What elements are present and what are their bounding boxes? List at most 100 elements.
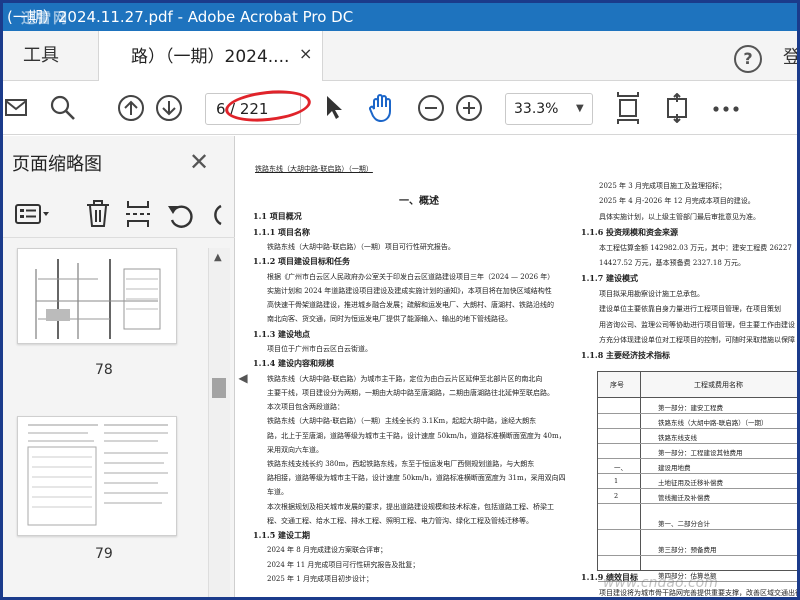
doc-paragraph-line: 2024 年 11 月完成项目可行性研究报告及批复； bbox=[267, 560, 420, 569]
table-cell-name: 建设用地费 bbox=[658, 464, 691, 472]
doc-paragraph-line: 2025 年 3 月完成项目施工及监理招标； bbox=[599, 182, 726, 190]
thumbnail-label: 78 bbox=[95, 362, 113, 378]
doc-paragraph-line: 高快速干骨架道路建设，推进城乡融合发展；疏解和运发电厂、大朗村、唐湖村、铁路沿线… bbox=[267, 301, 554, 310]
thumbnail-options-icon[interactable] bbox=[15, 204, 49, 226]
doc-heading: 1.1.7 建设模式 bbox=[581, 273, 639, 284]
indicator-table: 序号 工程或费用名称 第一部分：建安工程费铁路东线（大胡中路-联启路）（一期） 铁… bbox=[597, 371, 797, 582]
table-row: 2 管线搬迁及补偿费 bbox=[598, 490, 797, 504]
table-cell-name: 铁路东线（大胡中路-联启路）（一期） bbox=[658, 419, 768, 427]
delete-icon[interactable] bbox=[85, 200, 111, 228]
tab-close-icon[interactable]: × bbox=[299, 44, 312, 63]
table-cell-name: 铁路东线支线 bbox=[658, 434, 697, 442]
doc-paragraph-line: 铁路东线（大胡中路-联启路）（一期）项目可行性研究报告。 bbox=[267, 243, 455, 251]
thumbnail-page-79[interactable] bbox=[17, 416, 177, 536]
table-cell-name: 管线搬迁及补偿费 bbox=[658, 494, 710, 502]
doc-running-header: 铁路东线（大胡中路-联启路）（一期） bbox=[255, 165, 373, 173]
page-up-icon[interactable] bbox=[117, 94, 145, 122]
doc-paragraph-line: 主要干线，项目建设分为两期，一期由大胡中路至唐湖路，二期由唐湖路往北延伸至联启路… bbox=[267, 388, 554, 397]
rotate-left-icon[interactable] bbox=[167, 202, 195, 228]
doc-heading: 1.1.1 项目名称 bbox=[253, 226, 311, 237]
doc-paragraph-line: 本工程估算金额 142982.03 万元，其中：建安工程费 26227 bbox=[599, 243, 792, 252]
panel-toolbar bbox=[3, 188, 235, 238]
doc-heading: 1.1.3 建设地点 bbox=[253, 328, 311, 339]
title-bar: (一期）2024.11.27.pdf - Adobe Acrobat Pro D… bbox=[3, 3, 797, 31]
thumbnail-label: 79 bbox=[95, 546, 113, 562]
doc-heading: 1.1.4 建设内容和规模 bbox=[253, 358, 335, 369]
tab-tools[interactable]: 工具 bbox=[3, 31, 99, 81]
table-cell-name: 第三部分：预备费用 bbox=[658, 546, 717, 554]
select-cursor-icon[interactable] bbox=[325, 95, 345, 121]
thumbnail-scrollbar[interactable]: ▲ bbox=[208, 248, 230, 597]
thumbnail-79-preview bbox=[27, 424, 168, 526]
thumbnail-page-78[interactable] bbox=[17, 248, 177, 344]
doc-paragraph-line: 铁路东线（大胡中路-联启路）为城市主干路，定位为由白云片区延伸至北部片区的南北向 bbox=[267, 374, 543, 383]
panel-close-icon[interactable]: ✕ bbox=[189, 148, 209, 176]
panel-collapse-icon[interactable]: ◀ bbox=[236, 363, 250, 393]
doc-paragraph-line: 铁路东线支线长约 380m，西起铁路东线，东至于恒运发电厂西侧规划道路，与大朗东 bbox=[267, 459, 535, 468]
scrollbar-thumb[interactable] bbox=[212, 378, 226, 398]
rotate-right-icon[interactable] bbox=[209, 202, 223, 228]
doc-paragraph-line: 本次项目包含两段道路： bbox=[267, 403, 344, 412]
doc-paragraph-line: 实施计划和 2024 年道路建设项目建设及建成实施计划的通知》，本项目将在加快区… bbox=[267, 286, 552, 295]
full-screen-icon[interactable] bbox=[663, 93, 691, 123]
thumbnail-panel: 页面缩略图 ✕ 78 79 ▲ bbox=[3, 136, 235, 597]
panel-title: 页面缩略图 bbox=[12, 154, 102, 175]
table-col-no: 序号 bbox=[610, 381, 624, 389]
watermark-logo: 迅雷网 bbox=[21, 11, 69, 27]
zoom-out-icon[interactable] bbox=[417, 94, 445, 122]
table-col-name: 工程或费用名称 bbox=[694, 381, 743, 389]
document-view: 铁路东线（大胡中路-联启路）（一期） 一、概述 1.1 项目概况 1.1.1 项目… bbox=[251, 136, 797, 597]
zoom-value: 33.3% bbox=[514, 101, 559, 117]
table-row: 1 土地征用及迁移补偿费 bbox=[598, 475, 797, 489]
table-cell-name: 土地征用及迁移补偿费 bbox=[658, 479, 723, 487]
hand-tool-icon[interactable] bbox=[366, 91, 398, 123]
doc-heading: 1.1.6 投资规模和资金来源 bbox=[581, 227, 679, 238]
zoom-select[interactable]: 33.3% ▼ bbox=[505, 93, 593, 125]
doc-paragraph-line: 根据《广州市白云区人民政府办公室关于印发白云区道路建设项目三年（2024 — 2… bbox=[267, 272, 555, 281]
main-toolbar: 6 / 221 33.3% ▼ bbox=[3, 81, 797, 135]
doc-paragraph-line: 采用双向六车道。 bbox=[267, 445, 323, 454]
table-cell-no: 一、 bbox=[614, 464, 627, 472]
page-down-icon[interactable] bbox=[155, 94, 183, 122]
doc-paragraph-line: 项目拟采用勘察设计施工总承包。 bbox=[599, 289, 704, 298]
more-icon[interactable] bbox=[713, 105, 739, 113]
table-header: 序号 工程或费用名称 bbox=[598, 372, 797, 398]
search-icon[interactable] bbox=[49, 94, 77, 122]
table-cell-no: 2 bbox=[614, 492, 619, 500]
zoom-dropdown-icon: ▼ bbox=[576, 103, 584, 114]
tab-document-label: 路）（一期）2024.... bbox=[131, 47, 290, 67]
fit-page-icon[interactable] bbox=[615, 91, 641, 125]
table-cell-no: 1 bbox=[614, 477, 619, 485]
table-cell-name: 第一部分：工程建设其他费用 bbox=[658, 449, 743, 457]
doc-paragraph-line: 路，北上于至唐湖，道路等级为城市主干路，设计速度 50km/h，道路标准横断面宽… bbox=[267, 431, 566, 440]
doc-paragraph-line: 建设单位主要依靠自身力量进行工程项目管理，在项目策划 bbox=[599, 305, 781, 314]
table-row: 第三部分：预备费用 bbox=[598, 542, 797, 556]
doc-paragraph-line: 项目位于广州市白云区白云街道。 bbox=[267, 345, 372, 353]
doc-paragraph-line: 本次根据规划及相关城市发展的要求，提出道路建设规模和技术标准，包括道路工程、桥梁… bbox=[267, 502, 554, 511]
tab-document[interactable]: 路）（一期）2024.... bbox=[99, 31, 323, 81]
mail-icon[interactable] bbox=[5, 98, 27, 118]
zoom-in-icon[interactable] bbox=[455, 94, 483, 122]
table-row: 第一、二部分合计 bbox=[598, 516, 797, 530]
doc-paragraph-line: 用咨询公司、监理公司等协助进行项目管理，但主要工作由建设 bbox=[599, 320, 795, 329]
doc-paragraph-line: 方充分体现建设单位对工程项目的控制，可随时采取措施以保障 bbox=[599, 336, 795, 344]
table-row: 第一部分：工程建设其他费用 bbox=[598, 445, 797, 459]
table-row: 第一部分：建安工程费 bbox=[598, 400, 797, 414]
extract-page-icon[interactable] bbox=[125, 200, 151, 228]
doc-paragraph-line: 路相接，道路等级为城市主干路，设计速度 50km/h，道路标准横断面宽度为 31… bbox=[267, 474, 566, 483]
login-button[interactable]: 登 bbox=[783, 43, 797, 69]
doc-paragraph-line: 2025 年 1 月完成项目初步设计； bbox=[267, 574, 373, 583]
doc-heading: 1.1.5 建设工期 bbox=[253, 529, 311, 540]
doc-section-title: 一、概述 bbox=[399, 196, 439, 207]
doc-paragraph-line: 铁路东线（大胡中路-联启路）（一期）主线全长约 3.1Km，起起大胡中路，途经大… bbox=[267, 417, 537, 426]
doc-paragraph-line: 具体实施计划，以上级主管部门最后审批意见为准。 bbox=[599, 212, 760, 221]
scroll-up-icon[interactable]: ▲ bbox=[214, 252, 222, 263]
acrobat-window: (一期）2024.11.27.pdf - Adobe Acrobat Pro D… bbox=[0, 0, 800, 600]
doc-paragraph-line: 车道。 bbox=[267, 488, 288, 497]
doc-heading: 1.1 项目概况 bbox=[253, 211, 302, 221]
table-row: 铁路东线（大胡中路-联启路）（一期） bbox=[598, 415, 797, 429]
doc-paragraph-line: 南北向客、货交通，同时为恒运发电厂提供了能源输入、输出的地下管线路径。 bbox=[267, 315, 512, 324]
doc-paragraph-line: 14427.52 万元，基本预备费 2327.18 万元。 bbox=[599, 259, 746, 267]
doc-paragraph-line: 2025 年 4 月-2026 年 12 月完成本项目的建设。 bbox=[599, 197, 755, 206]
help-icon[interactable]: ? bbox=[734, 45, 762, 73]
